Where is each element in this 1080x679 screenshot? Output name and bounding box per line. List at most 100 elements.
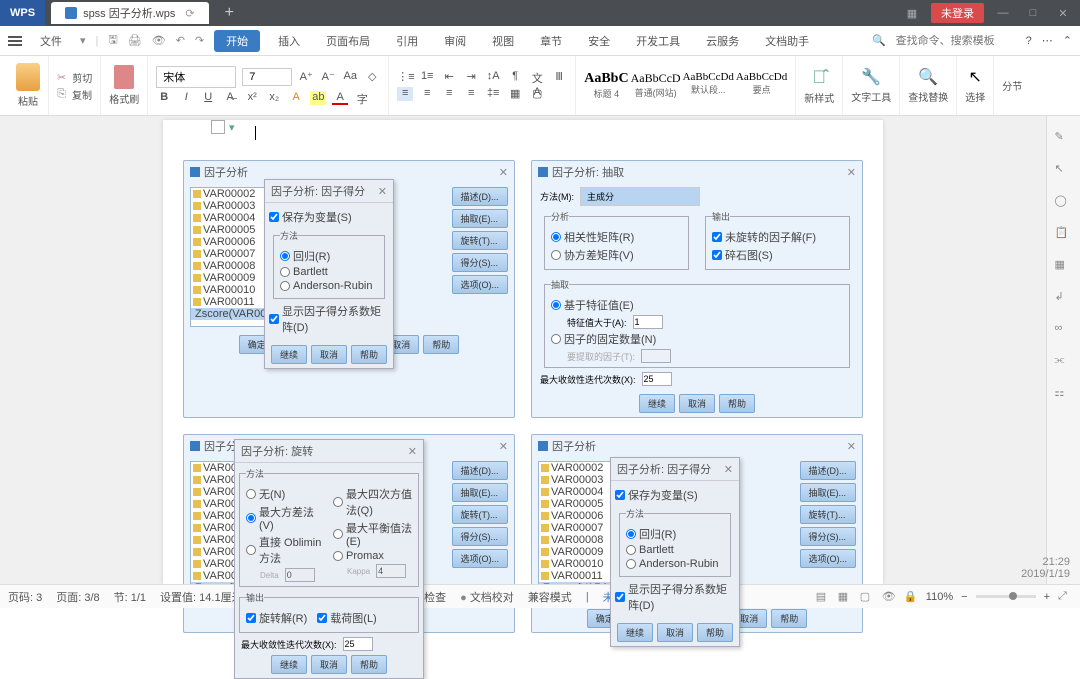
zoom-level[interactable]: 110% [926,591,953,603]
menu-view[interactable]: 视图 [484,30,522,52]
menu-section[interactable]: 章节 [532,30,570,52]
menu-cloud[interactable]: 云服务 [698,30,747,52]
describe-button[interactable]: 描述(D)... [452,461,509,480]
font-color-icon[interactable]: A [332,91,348,105]
font-select[interactable]: 宋体 [156,66,236,88]
font-size-select[interactable]: 7 [242,68,292,86]
rotated-checkbox[interactable]: 旋转解(R) [246,610,307,626]
share-icon[interactable]: ∞ [1055,322,1073,340]
dialog-close-icon[interactable]: ✕ [847,166,856,179]
fullscreen-icon[interactable]: ⤢ [1058,590,1072,604]
cancel-button[interactable]: 取消 [311,655,347,674]
continue-button[interactable]: 继续 [639,394,675,413]
fixed-radio[interactable]: 因子的固定数量(N) [551,331,843,347]
menu-review[interactable]: 审阅 [436,30,474,52]
zoom-slider[interactable] [976,595,1036,598]
status-doc-check[interactable]: ● 文档校对 [460,589,514,605]
highlight-icon[interactable]: ab [310,91,326,105]
kappa-input[interactable] [376,564,406,578]
equamax-radio[interactable]: 最大平衡值法(E) [333,520,412,548]
italic-icon[interactable]: I [178,91,194,105]
view-outline-icon[interactable]: ▢ [860,590,874,604]
describe-button[interactable]: 描述(D)... [800,461,857,480]
subdialog-close-icon[interactable]: ✕ [408,445,417,458]
menu-start[interactable]: 开始 [214,30,260,52]
maxiter-input[interactable] [343,637,373,651]
align-left-icon[interactable]: ≡ [397,87,413,101]
help-button[interactable]: 帮助 [697,623,733,642]
cancel-button[interactable]: 取消 [679,394,715,413]
sort-icon[interactable]: ↕A [485,70,501,84]
circle-icon[interactable]: ◯ [1055,194,1073,212]
redo-icon[interactable]: ↷ [195,34,204,47]
rotate-button[interactable]: 旋转(T)... [800,505,857,524]
pencil-icon[interactable]: ✎ [1055,130,1073,148]
describe-button[interactable]: 描述(D)... [452,187,509,206]
shading-icon[interactable]: ▦ [507,87,523,101]
search-input[interactable] [896,35,1016,47]
oblimin-radio[interactable]: 直接 Oblimin 方法 [246,534,325,566]
eigen-radio[interactable]: 基于特征值(E) [551,297,843,313]
menu-assistant[interactable]: 文档助手 [757,30,817,52]
save-var-checkbox[interactable]: 保存为变量(S) [269,209,389,225]
wrap-icon[interactable]: ↲ [1055,290,1073,308]
login-button[interactable]: 未登录 [931,3,984,23]
factors-input[interactable] [641,349,671,363]
indent-inc-icon[interactable]: ⇥ [463,70,479,84]
dialog-close-icon[interactable]: ✕ [499,166,508,179]
help-button[interactable]: 帮助 [423,335,459,354]
corr-radio[interactable]: 相关性矩阵(R) [551,229,682,245]
regression-radio[interactable]: 回归(R) [626,526,724,542]
bold-icon[interactable]: B [156,91,172,105]
show-marks-icon[interactable]: ¶ [507,70,523,84]
menu-insert[interactable]: 插入 [270,30,308,52]
unrotated-checkbox[interactable]: 未旋转的因子解(F) [712,229,843,245]
clear-format-icon[interactable]: ◇ [364,70,380,84]
lock-icon[interactable]: 🔒 [904,590,918,604]
menu-layout[interactable]: 页面布局 [318,30,378,52]
subdialog-close-icon[interactable]: ✕ [724,463,733,476]
maxiter-input[interactable] [642,372,672,386]
shrink-font-icon[interactable]: A⁻ [320,70,336,84]
continue-button[interactable]: 继续 [271,655,307,674]
save-var-checkbox[interactable]: 保存为变量(S) [615,487,735,503]
extract-button[interactable]: 抽取(E)... [452,483,509,502]
scores-button[interactable]: 得分(S)... [800,527,857,546]
subscript-icon[interactable]: x₂ [266,91,282,105]
collapse-icon[interactable]: ⌃ [1063,34,1072,47]
format-painter-icon[interactable] [114,65,134,89]
tab-close-icon[interactable]: ⟳ [185,7,194,20]
eigen-value-input[interactable] [633,315,663,329]
page[interactable]: ▾ 因子分析✕ VAR00002 VAR00003 VAR00004 VAR00… [163,120,883,584]
delta-input[interactable] [285,568,315,582]
document-tab[interactable]: spss 因子分析.wps ⟳ [51,2,209,24]
grid-icon[interactable]: ⚏ [1055,386,1073,404]
dialog-close-icon[interactable]: ✕ [499,440,508,453]
copy-icon[interactable]: ⎘ [57,88,66,101]
extract-button[interactable]: 抽取(E)... [800,483,857,502]
promax-radio[interactable]: Promax [333,550,412,562]
minimize-button[interactable]: — [992,7,1014,19]
cancel-button[interactable]: 取消 [311,345,347,364]
align-center-icon[interactable]: ≡ [419,87,435,101]
text-tool-icon[interactable]: 🔧 [861,67,881,87]
change-case-icon[interactable]: Aa [342,70,358,84]
show-matrix-checkbox[interactable]: 显示因子得分系数矩阵(D) [269,303,389,335]
menu-reference[interactable]: 引用 [388,30,426,52]
underline-icon[interactable]: U [200,91,216,105]
rotate-button[interactable]: 旋转(T)... [452,505,509,524]
options-button[interactable]: 选项(O)... [800,549,857,568]
style-gallery[interactable]: AaBbC标题 4 AaBbCcD普通(网站) AaBbCcDd默认段... A… [584,71,787,100]
numbering-icon[interactable]: 1≡ [419,70,435,84]
distribute-icon[interactable]: Ⅲ [551,70,567,84]
options-button[interactable]: 选项(O)... [452,275,509,294]
method-select[interactable]: 主成分 [580,187,700,206]
section-label[interactable]: 分节 [1002,78,1022,93]
variables-listbox[interactable]: VAR00002 VAR00003 VAR00004 VAR00005 VAR0… [538,461,616,601]
zoom-out-icon[interactable]: − [961,591,967,603]
page-view-indicator[interactable]: ▾ [211,120,235,134]
rotate-button[interactable]: 旋转(T)... [452,231,509,250]
maximize-button[interactable]: □ [1022,7,1044,19]
new-style-icon[interactable]: Ａ̂ [812,67,826,88]
toolbox-icon[interactable]: ▦ [1055,258,1073,276]
